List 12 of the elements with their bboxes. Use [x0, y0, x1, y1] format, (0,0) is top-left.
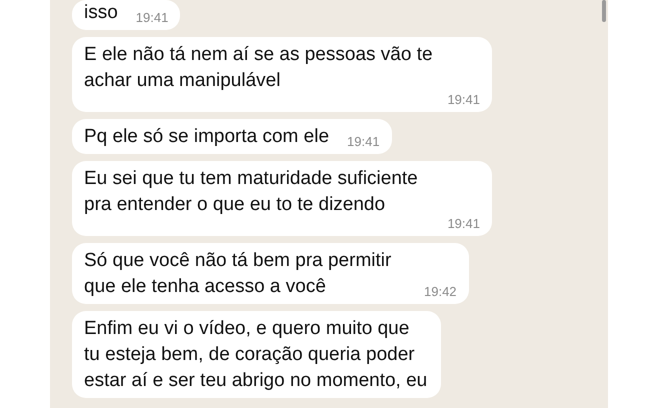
message-text: Só que você não tá bem pra permitir que ele tenha acesso a você [84, 249, 392, 299]
message-text: Eu sei que tu tem maturidade suficiente pra entender o que eu to te dizendo [84, 167, 419, 217]
message-text: isso [84, 1, 118, 25]
message-text: E ele não tá nem aí se as pessoas vão te achar uma manipulável [84, 43, 434, 93]
message-time: 19:41 [447, 216, 480, 232]
scrollbar[interactable] [602, 0, 606, 22]
message-time: 19:41 [136, 10, 168, 26]
message-text: Enfim eu vi o vídeo, e quero muito que tu esteja bem, de coração queria poder estar aí e ser teu abrigo no momento, eu [84, 317, 428, 393]
message-time: 19:41 [447, 92, 480, 108]
message-text: Pq ele só se importa com ele [84, 125, 330, 149]
message-time: 19:42 [424, 284, 457, 300]
message-time: 19:41 [347, 134, 380, 150]
